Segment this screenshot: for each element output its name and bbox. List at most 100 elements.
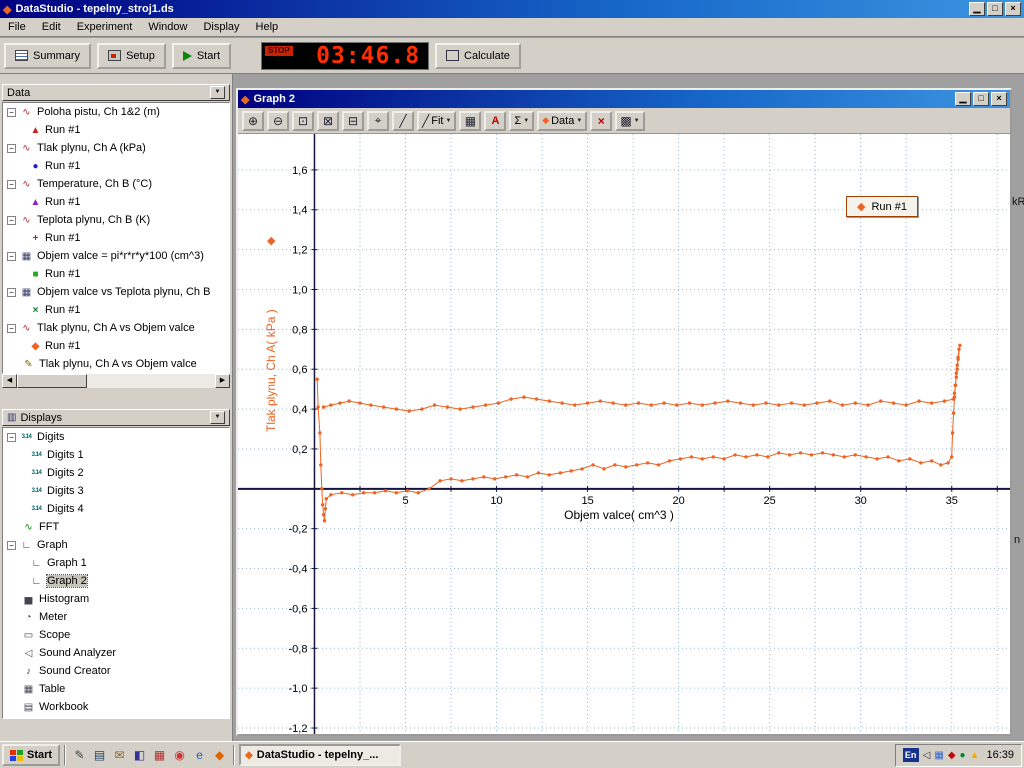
run-row[interactable]: ●Run #1 <box>3 157 229 175</box>
grid-app-icon[interactable]: ▦ <box>150 746 169 765</box>
fit-dropdown[interactable]: ╱Fit▼ <box>417 111 456 131</box>
scheduler-icon[interactable]: ● <box>960 750 966 761</box>
data-item-row[interactable]: −∿Poloha pistu, Ch 1&2 (m) <box>3 103 229 121</box>
text-annotation-button[interactable]: A <box>484 111 506 131</box>
display-item-row[interactable]: ∟Graph 1 <box>3 554 229 572</box>
close-icon[interactable]: × <box>1005 2 1021 16</box>
mail-icon[interactable]: ✉ <box>110 746 129 765</box>
run-row[interactable]: +Run #1 <box>3 229 229 247</box>
start-menu-button[interactable]: Start <box>2 744 60 766</box>
pen-tool-icon[interactable]: ✎ <box>70 746 89 765</box>
display-item-row[interactable]: ∟Graph 2 <box>3 572 229 590</box>
delete-button[interactable]: × <box>590 111 612 131</box>
volume-icon[interactable]: ◁ <box>923 750 931 761</box>
menu-file[interactable]: File <box>0 19 34 35</box>
data-section-header[interactable]: Data ▼ <box>2 84 230 101</box>
scroll-left-icon[interactable]: ◀ <box>2 374 17 388</box>
scroll-thumb[interactable] <box>17 374 87 388</box>
run-row[interactable]: ×Run #1 <box>3 301 229 319</box>
tree-collapse-icon[interactable]: − <box>7 541 16 550</box>
display-item-row[interactable]: ▅Histogram <box>3 590 229 608</box>
tree-collapse-icon[interactable]: − <box>7 180 16 189</box>
align-scales-button[interactable]: ⊟ <box>342 111 364 131</box>
menu-help[interactable]: Help <box>248 19 287 35</box>
display-item-row[interactable]: −3.14Digits <box>3 428 229 446</box>
data-item-row[interactable]: −∿Temperature, Ch B (°C) <box>3 175 229 193</box>
data-item-row[interactable]: ✎Tlak plynu, Ch A vs Objem valce <box>3 355 229 373</box>
language-indicator[interactable]: En <box>903 748 919 762</box>
tree-collapse-icon[interactable]: − <box>7 144 16 153</box>
update-icon[interactable]: ▲ <box>970 750 980 761</box>
menu-display[interactable]: Display <box>195 19 247 35</box>
display-item-row[interactable]: −∟Graph <box>3 536 229 554</box>
menu-experiment[interactable]: Experiment <box>69 19 141 35</box>
media-icon[interactable]: ◆ <box>210 746 229 765</box>
display-item-row[interactable]: 3.14Digits 2 <box>3 464 229 482</box>
run-row[interactable]: ■Run #1 <box>3 265 229 283</box>
display-item-row[interactable]: 3.14Digits 4 <box>3 500 229 518</box>
document-icon[interactable]: ▤ <box>90 746 109 765</box>
tree-collapse-icon[interactable]: − <box>7 433 16 442</box>
tree-collapse-icon[interactable]: − <box>7 216 16 225</box>
graph-window-titlebar[interactable]: ◆ Graph 2 ▁ □ × <box>238 90 1010 108</box>
display-item-row[interactable]: ▦Table <box>3 680 229 698</box>
tree-collapse-icon[interactable]: − <box>7 252 16 261</box>
graph-close-icon[interactable]: × <box>991 92 1007 106</box>
data-item-row[interactable]: −▦Objem valce = pi*r*r*y*100 (cm^3) <box>3 247 229 265</box>
display-item-row[interactable]: ♪Sound Creator <box>3 662 229 680</box>
browser-icon[interactable]: ◉ <box>170 746 189 765</box>
x-axis-title[interactable]: Objem valce( cm^3 ) <box>529 508 709 522</box>
graph-legend[interactable]: ◆ Run #1 <box>846 196 918 217</box>
internet-explorer-icon[interactable]: e <box>190 746 209 765</box>
tree-collapse-icon[interactable]: − <box>7 288 16 297</box>
run-row[interactable]: ▲Run #1 <box>3 121 229 139</box>
datastudio-task-button[interactable]: ◆ DataStudio - tepelny_... <box>239 744 401 766</box>
tree-collapse-icon[interactable]: − <box>7 324 16 333</box>
smart-tool-button[interactable]: ⌖ <box>367 111 389 131</box>
plot-svg[interactable]: 51015202530351,61,41,21,00,80,60,40,2-0,… <box>238 134 1010 734</box>
setup-button[interactable]: Setup <box>97 43 166 69</box>
graph-settings-dropdown[interactable]: ▩▼ <box>615 111 644 131</box>
display-item-row[interactable]: ∿FFT <box>3 518 229 536</box>
display-item-row[interactable]: 3.14Digits 3 <box>3 482 229 500</box>
zoom-out-button[interactable]: ⊖ <box>267 111 289 131</box>
start-button[interactable]: Start <box>172 43 231 69</box>
calculate-button[interactable]: Calculate <box>435 43 521 69</box>
run-row[interactable]: ▲Run #1 <box>3 193 229 211</box>
display-item-row[interactable]: ◔Meter <box>3 608 229 626</box>
maximize-icon[interactable]: □ <box>987 2 1003 16</box>
graph-minimize-icon[interactable]: ▁ <box>955 92 971 106</box>
data-tree-hscrollbar[interactable]: ◀ ▶ <box>2 374 230 388</box>
displays-header-dropdown-icon[interactable]: ▼ <box>210 411 225 424</box>
display-item-row[interactable]: ◁Sound Analyzer <box>3 644 229 662</box>
data-item-row[interactable]: −∿Tlak plynu, Ch A vs Objem valce <box>3 319 229 337</box>
data-item-row[interactable]: −∿Teplota plynu, Ch B (K) <box>3 211 229 229</box>
statistics-dropdown[interactable]: Σ▼ <box>509 111 534 131</box>
zoom-select-button[interactable]: ⊡ <box>292 111 314 131</box>
app-titlebar[interactable]: ◆ DataStudio - tepelny_stroj1.ds ▁ □ × <box>0 0 1024 18</box>
display-settings-icon[interactable]: ▦ <box>934 750 943 761</box>
scale-to-fit-button[interactable]: ⊠ <box>317 111 339 131</box>
menu-edit[interactable]: Edit <box>34 19 69 35</box>
data-item-row[interactable]: −▦Objem valce vs Teplota plynu, Ch B <box>3 283 229 301</box>
calculator-button[interactable]: ▦ <box>459 111 481 131</box>
display-item-row[interactable]: ▤Workbook <box>3 698 229 716</box>
display-item-row[interactable]: 3.14Digits 1 <box>3 446 229 464</box>
tree-collapse-icon[interactable]: − <box>7 108 16 117</box>
scroll-right-icon[interactable]: ▶ <box>215 374 230 388</box>
data-dropdown[interactable]: ◆Data▼ <box>537 111 587 131</box>
displays-section-header[interactable]: ▥ Displays ▼ <box>2 409 230 426</box>
data-item-row[interactable]: −∿Tlak plynu, Ch A (kPa) <box>3 139 229 157</box>
menu-window[interactable]: Window <box>140 19 195 35</box>
summary-button[interactable]: Summary <box>4 43 91 69</box>
zoom-in-button[interactable]: ⊕ <box>242 111 264 131</box>
graph-maximize-icon[interactable]: □ <box>973 92 989 106</box>
window-icon[interactable]: ◧ <box>130 746 149 765</box>
minimize-icon[interactable]: ▁ <box>969 2 985 16</box>
display-item-row[interactable]: ▭Scope <box>3 626 229 644</box>
y-axis-title[interactable]: Tlak plynu, Ch A( kPa ) <box>264 309 278 432</box>
run-row[interactable]: ◆Run #1 <box>3 337 229 355</box>
slope-tool-button[interactable]: ╱ <box>392 111 414 131</box>
data-header-dropdown-icon[interactable]: ▼ <box>210 86 225 99</box>
antivirus-icon[interactable]: ◆ <box>948 750 956 761</box>
